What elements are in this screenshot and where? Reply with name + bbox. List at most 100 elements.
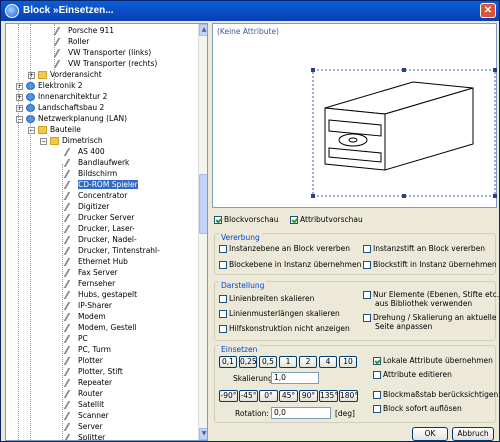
scroll-thumb[interactable] <box>199 174 207 234</box>
linienmuster-checkbox[interactable]: Linienmusterlängen skalieren <box>219 309 340 318</box>
tree-node[interactable]: PC, Turm <box>63 345 111 355</box>
tree-node[interactable]: Router <box>63 389 103 399</box>
rotation-input[interactable]: 0,0 <box>271 407 331 419</box>
pen-icon <box>63 159 78 167</box>
tree-node[interactable]: Plotter <box>63 356 103 366</box>
cdrom-drawing <box>311 68 497 198</box>
tree-node[interactable]: Innenarchitektur 2 <box>26 92 107 102</box>
tree-node[interactable]: AS 400 <box>63 147 105 157</box>
deg-label: [deg] <box>335 409 355 418</box>
skalierung-input[interactable]: 1,0 <box>271 372 319 384</box>
tree-node-label: Drucker, Tintenstrahl- <box>78 246 160 255</box>
drehung-checkbox[interactable]: Drehung / Skalierung an aktuelle <box>363 313 496 322</box>
tree-node[interactable]: Fax Server <box>63 268 118 278</box>
tree-line <box>62 164 63 440</box>
scale-button[interactable]: 1 <box>279 356 297 368</box>
scale-button[interactable]: 2 <box>299 356 317 368</box>
angle-button[interactable]: 90° <box>299 390 318 402</box>
tree-node[interactable]: Splitter <box>63 433 105 440</box>
tree-scrollbar[interactable]: ▲ ▼ <box>198 24 207 440</box>
tree-node[interactable]: Drucker, Nadel- <box>63 235 137 245</box>
blockstift-checkbox[interactable]: Blockstift in Instanz übernehmen <box>363 260 497 269</box>
nur-elemente-checkbox[interactable]: Nur Elemente (Ebenen, Stifte etc.) <box>363 290 500 299</box>
darstellung-title: Darstellung <box>219 281 267 290</box>
scale-button[interactable]: 0,1 <box>219 356 237 368</box>
tree-node-label: Bandlaufwerk <box>78 158 130 167</box>
tree-node[interactable]: Vorderansicht <box>38 70 102 80</box>
vererbung-group: Vererbung Instanzebene an Block vererben… <box>214 233 497 275</box>
hilfskonstruktion-checkbox[interactable]: Hilfskonstruktion nicht anzeigen <box>219 324 350 333</box>
checkbox-icon <box>373 391 381 399</box>
tree-node[interactable]: Drucker, Laser- <box>63 224 135 234</box>
checkbox-icon <box>219 261 227 269</box>
tree-node[interactable]: Drucker, Tintenstrahl- <box>63 246 160 256</box>
tree-node[interactable]: Bandlaufwerk <box>63 158 130 168</box>
lokale-attr-checkbox[interactable]: Lokale Attribute übernehmen <box>373 356 493 365</box>
tree-node-label: Plotter <box>78 356 103 365</box>
tree-node[interactable]: Roller <box>53 37 89 47</box>
blockebene-checkbox[interactable]: Blockebene in Instanz übernehmen <box>219 260 361 269</box>
tree-node[interactable]: Repeater <box>63 378 112 388</box>
instanzstift-checkbox[interactable]: Instanzstift an Block vererben <box>363 244 485 253</box>
angle-button[interactable]: 180° <box>339 390 358 402</box>
tree-node[interactable]: Modem <box>63 312 106 322</box>
scale-button[interactable]: 4 <box>319 356 337 368</box>
expand-toggle-icon[interactable]: − <box>40 138 47 145</box>
scale-button[interactable]: 0,5 <box>259 356 277 368</box>
blockebene-label: Blockebene in Instanz übernehmen <box>229 260 362 269</box>
folder-icon <box>50 137 59 145</box>
checkbox-icon <box>373 405 381 413</box>
tree-node[interactable]: Digitizer <box>63 202 109 212</box>
attributvorschau-checkbox[interactable]: Attributvorschau <box>290 215 363 224</box>
tree-node[interactable]: Dimetrisch <box>50 136 103 146</box>
tree-node[interactable]: CD-ROM Spieler <box>63 180 138 190</box>
tree-node-label: Drucker, Laser- <box>78 224 135 233</box>
angle-button[interactable]: 45° <box>279 390 298 402</box>
drehung-label: Drehung / Skalierung an aktuelle <box>373 313 497 322</box>
tree-node[interactable]: Porsche 911 <box>53 26 114 36</box>
scale-button[interactable]: 10 <box>339 356 357 368</box>
ok-button[interactable]: OK <box>412 427 448 441</box>
tree-node[interactable]: VW Transporter (links) <box>53 48 151 58</box>
tree-node-label: Drucker, Nadel- <box>78 235 137 244</box>
tree-node[interactable]: Modem, Gestell <box>63 323 137 333</box>
scroll-up-icon[interactable]: ▲ <box>199 24 207 36</box>
attr-editieren-checkbox[interactable]: Attribute editieren <box>373 370 452 379</box>
pen-icon <box>63 335 78 343</box>
tree-node-label: CD-ROM Spieler <box>78 180 138 189</box>
tree-node[interactable]: Satellit <box>63 400 104 410</box>
tree-node[interactable]: Scanner <box>63 411 109 421</box>
tree-node[interactable]: IP-Sharer <box>63 301 112 311</box>
angle-button[interactable]: -90° <box>219 390 238 402</box>
tree-node[interactable]: Concentrator <box>63 191 128 201</box>
angle-button[interactable]: 135° <box>319 390 338 402</box>
angle-button[interactable]: -45° <box>239 390 258 402</box>
tree-node[interactable]: PC <box>63 334 88 344</box>
tree-node[interactable]: VW Transporter (rechts) <box>53 59 157 69</box>
scale-button[interactable]: 0,25 <box>239 356 257 368</box>
tree-node[interactable]: Bauteile <box>38 125 81 135</box>
linienbreiten-checkbox[interactable]: Linienbreiten skalieren <box>219 294 314 303</box>
tree-node[interactable]: Ethernet Hub <box>63 257 128 267</box>
pen-icon <box>63 280 78 288</box>
pen-icon <box>53 60 68 68</box>
tree-node[interactable]: Bildschirm <box>63 169 117 179</box>
tree-node[interactable]: Netzwerkplanung (LAN) <box>26 114 127 124</box>
tree-node-label: Dimetrisch <box>62 136 103 145</box>
abbruch-button[interactable]: Abbruch <box>452 427 494 441</box>
scroll-down-icon[interactable]: ▼ <box>199 428 207 440</box>
tree-node-label: Concentrator <box>78 191 128 200</box>
block-tree[interactable]: ▲ ▼ Porsche 911 Roller VW Transporter (lin… <box>5 23 208 441</box>
tree-node[interactable]: Hubs, gestapelt <box>63 290 137 300</box>
tree-node[interactable]: Drucker Server <box>63 213 135 223</box>
blockvorschau-checkbox[interactable]: Blockvorschau <box>214 215 279 224</box>
angle-button[interactable]: 0° <box>259 390 278 402</box>
blockmassstab-checkbox[interactable]: Blockmaßstab berücksichtigen <box>373 390 498 399</box>
close-icon[interactable]: ✕ <box>480 3 496 18</box>
tree-node[interactable]: Plotter, Stift <box>63 367 123 377</box>
instanzebene-checkbox[interactable]: Instanzebene an Block vererben <box>219 244 350 253</box>
tree-node[interactable]: Server <box>63 422 103 432</box>
block-aufloesen-checkbox[interactable]: Block sofort auflösen <box>373 404 462 413</box>
tree-node[interactable]: Landschaftsbau 2 <box>26 103 104 113</box>
tree-node[interactable]: Fernseher <box>63 279 115 289</box>
